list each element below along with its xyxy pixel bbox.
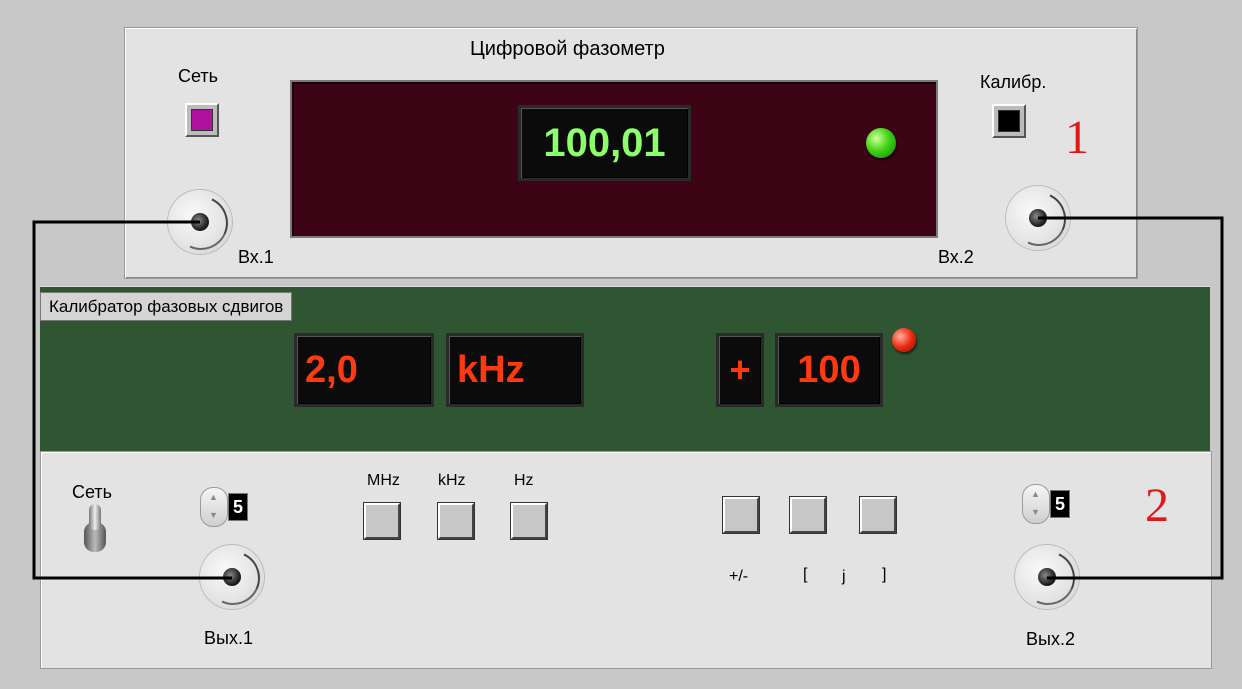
wiring-overlay <box>32 216 1224 580</box>
wire-in1-out1 <box>32 220 232 580</box>
wire-in2-out2 <box>1038 216 1224 580</box>
